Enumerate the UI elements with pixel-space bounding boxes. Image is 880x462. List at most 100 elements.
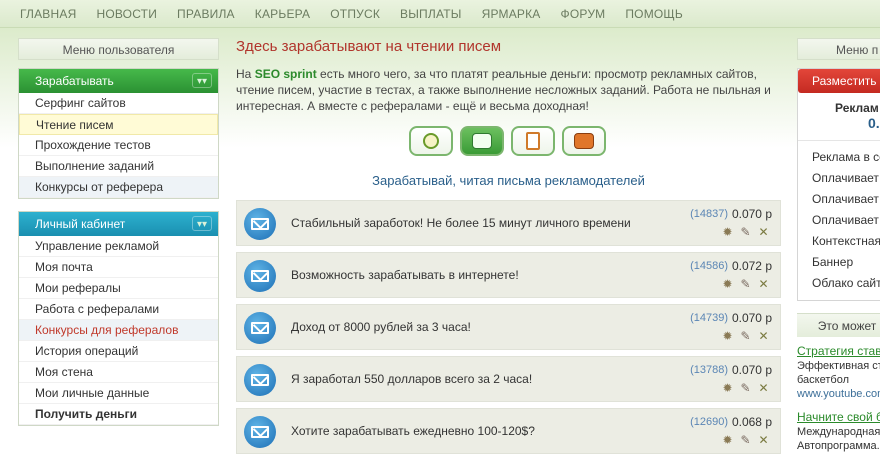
mail-subject[interactable]: Возможность зарабатывать в интернете!	[291, 268, 519, 282]
ads-box: Разместить Реклам 0. Реклама в се Оплачи…	[797, 68, 880, 301]
mail-subject[interactable]: Стабильный заработок! Не более 15 минут …	[291, 216, 631, 230]
close-icon[interactable]: ✕	[756, 225, 771, 240]
top-navigation: ГЛАВНАЯ НОВОСТИ ПРАВИЛА КАРЬЕРА ОТПУСК В…	[0, 0, 880, 28]
nav-news[interactable]: НОВОСТИ	[96, 7, 157, 21]
mail-subject[interactable]: Доход от 8000 рублей за 3 часа!	[291, 320, 471, 334]
wrench-icon[interactable]: ✎	[738, 381, 753, 396]
ad-title: Реклам	[835, 101, 879, 115]
tab-mail[interactable]	[460, 126, 504, 156]
nav-rules[interactable]: ПРАВИЛА	[177, 7, 235, 21]
mail-subject[interactable]: Хотите зарабатывать ежедневно 100-120$?	[291, 424, 535, 438]
tab-tasks[interactable]	[562, 126, 606, 156]
gear-icon[interactable]: ✹	[720, 277, 735, 292]
nav-fair[interactable]: ЯРМАРКА	[482, 7, 541, 21]
mail-count: (14586)	[690, 260, 728, 272]
chevron-down-icon[interactable]: ▾▾	[192, 73, 212, 88]
tab-tests[interactable]	[511, 126, 555, 156]
ad-type-item[interactable]: Баннер	[798, 252, 880, 273]
nav-help[interactable]: ПОМОЩЬ	[625, 7, 683, 21]
close-icon[interactable]: ✕	[756, 381, 771, 396]
list-item[interactable]: Доход от 8000 рублей за 3 часа! (14739) …	[236, 304, 781, 350]
sidebar-item-referral-work[interactable]: Работа с рефералами	[19, 299, 218, 320]
mail-price: 0.070 р	[731, 311, 772, 325]
cabinet-menu-header[interactable]: Личный кабинет ▾▾	[19, 212, 218, 236]
earn-menu: Зарабатывать ▾▾ Серфинг сайтов Чтение пи…	[18, 68, 219, 199]
sidebar-item-surfing[interactable]: Серфинг сайтов	[19, 93, 218, 114]
envelope-icon	[244, 312, 276, 344]
nav-forum[interactable]: ФОРУМ	[561, 7, 606, 21]
gear-icon[interactable]: ✹	[720, 329, 735, 344]
nav-vacation[interactable]: ОТПУСК	[330, 7, 380, 21]
divider	[798, 131, 880, 141]
sidebar-item-tests[interactable]: Прохождение тестов	[19, 135, 218, 156]
intro-text: На SEO sprint есть много чего, за что пл…	[236, 66, 781, 114]
ad-link[interactable]: Стратегия став	[797, 343, 880, 359]
sidebar-item-referer-contests[interactable]: Конкурсы от реферера	[19, 177, 218, 198]
wrench-icon[interactable]: ✎	[738, 277, 753, 292]
tab-surfing[interactable]	[409, 126, 453, 156]
close-icon[interactable]: ✕	[756, 433, 771, 448]
right-menu-title: Меню п	[797, 38, 880, 60]
ad-type-item[interactable]: Облако сайт	[798, 273, 880, 294]
context-ads-title: Это может	[797, 313, 880, 337]
wrench-icon[interactable]: ✎	[738, 433, 753, 448]
ad-text: Автопрограмма.	[797, 440, 880, 452]
ad-url[interactable]: www.youtube.com	[797, 387, 880, 401]
wrench-icon[interactable]: ✎	[738, 329, 753, 344]
mail-subject[interactable]: Я заработал 550 долларов всего за 2 часа…	[291, 372, 532, 386]
sidebar-item-my-referrals[interactable]: Мои рефералы	[19, 278, 218, 299]
close-icon[interactable]: ✕	[756, 329, 771, 344]
gear-icon[interactable]: ✹	[720, 381, 735, 396]
ad-text: Международная	[797, 426, 880, 438]
ad-text: Эффективная ст	[797, 360, 880, 372]
sidebar-item-ads-management[interactable]: Управление рекламой	[19, 236, 218, 257]
section-subtitle: Зарабатывай, читая письма рекламодателей	[372, 173, 645, 188]
mail-count: (12690)	[690, 416, 728, 428]
wrench-icon[interactable]: ✎	[738, 225, 753, 240]
list-item[interactable]: Стабильный заработок! Не более 15 минут …	[236, 200, 781, 246]
ad-type-item[interactable]: Контекстная	[798, 231, 880, 252]
left-sidebar: Меню пользователя Зарабатывать ▾▾ Серфин…	[18, 38, 219, 426]
sidebar-item-history[interactable]: История операций	[19, 341, 218, 362]
sidebar-item-personal-data[interactable]: Мои личные данные	[19, 383, 218, 404]
mail-list: Стабильный заработок! Не более 15 минут …	[236, 200, 781, 460]
mail-count: (14739)	[690, 312, 728, 324]
list-item[interactable]: Возможность зарабатывать в интернете! (1…	[236, 252, 781, 298]
earn-type-tabs	[409, 126, 613, 158]
envelope-icon	[244, 364, 276, 396]
ad-link[interactable]: Начните свой б	[797, 409, 880, 425]
chevron-down-icon[interactable]: ▾▾	[192, 216, 212, 231]
user-menu-title: Меню пользователя	[18, 38, 219, 60]
sidebar-item-referral-contests[interactable]: Конкурсы для рефералов	[19, 320, 218, 341]
envelope-icon	[244, 208, 276, 240]
sidebar-item-get-money[interactable]: Получить деньги	[19, 404, 218, 425]
row-actions: ✹ ✎ ✕	[717, 225, 771, 240]
gear-icon[interactable]: ✹	[720, 225, 735, 240]
context-ad: Начните свой б Международная Автопрограм…	[797, 409, 880, 453]
ad-type-item[interactable]: Реклама в се	[798, 147, 880, 168]
mail-price: 0.070 р	[731, 207, 772, 221]
list-item[interactable]: Я заработал 550 долларов всего за 2 часа…	[236, 356, 781, 402]
page-title: Здесь зарабатывают на чтении писем	[236, 38, 502, 55]
ad-type-item[interactable]: Оплачивает	[798, 168, 880, 189]
place-ad-button[interactable]: Разместить	[798, 69, 880, 93]
brand-name: SEO sprint	[254, 67, 317, 81]
sidebar-item-read-mail[interactable]: Чтение писем	[19, 114, 218, 135]
close-icon[interactable]: ✕	[756, 277, 771, 292]
nav-payouts[interactable]: ВЫПЛАТЫ	[400, 7, 462, 21]
mail-price: 0.070 р	[731, 363, 772, 377]
ad-type-item[interactable]: Оплачивает	[798, 189, 880, 210]
sidebar-item-my-mail[interactable]: Моя почта	[19, 257, 218, 278]
mail-price: 0.068 р	[731, 415, 772, 429]
nav-home[interactable]: ГЛАВНАЯ	[20, 7, 76, 21]
sidebar-item-tasks[interactable]: Выполнение заданий	[19, 156, 218, 177]
mail-price: 0.072 р	[731, 259, 772, 273]
right-sidebar: Меню п Разместить Реклам 0. Реклама в се…	[797, 38, 880, 453]
nav-career[interactable]: КАРЬЕРА	[255, 7, 310, 21]
gear-icon[interactable]: ✹	[720, 433, 735, 448]
list-item[interactable]: Хотите зарабатывать ежедневно 100-120$? …	[236, 408, 781, 454]
row-actions: ✹ ✎ ✕	[717, 329, 771, 344]
earn-menu-header[interactable]: Зарабатывать ▾▾	[19, 69, 218, 93]
sidebar-item-my-wall[interactable]: Моя стена	[19, 362, 218, 383]
ad-type-item[interactable]: Оплачивает	[798, 210, 880, 231]
